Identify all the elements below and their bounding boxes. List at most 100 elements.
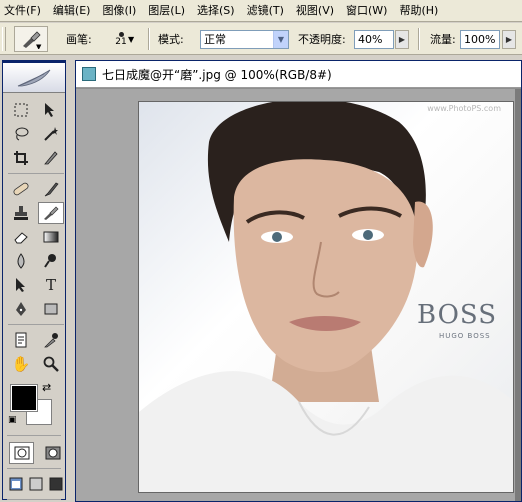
photo-canvas[interactable]: www.PhotoPS.com BOSS HUGO BOSS [138,101,514,493]
watermark-text: www.PhotoPS.com [427,104,501,113]
brush-icon [44,182,59,197]
foreground-color-swatch[interactable] [10,384,38,412]
tool-preset-picker[interactable]: ▼ [14,26,48,52]
menu-filter[interactable]: 滤镜(T) [241,0,290,22]
dodge-icon [44,254,56,268]
options-separator [418,28,420,50]
menu-select[interactable]: 选择(S) [191,0,241,22]
toolbox-separator [7,468,61,469]
opacity-label: 不透明度: [298,33,346,46]
marquee-tool[interactable] [8,99,34,121]
eraser-tool[interactable] [8,226,34,248]
crop-tool[interactable] [8,147,34,169]
dodge-tool[interactable] [38,250,64,272]
screen-mode-full[interactable] [47,473,65,495]
toolbox-header[interactable] [3,63,65,93]
toolbox: T ✋ ⇄ ▣ [2,60,66,500]
path-selection-icon [16,278,25,292]
magic-wand-tool[interactable] [38,123,64,145]
blur-tool[interactable] [8,250,34,272]
default-colors-icon[interactable]: ▣ [8,415,17,425]
menu-bar: 文件(F) 编辑(E) 图像(I) 图层(L) 选择(S) 滤镜(T) 视图(V… [0,0,522,22]
crop-icon [14,151,28,165]
zoom-tool[interactable] [38,353,64,375]
screen-mode-full-icon [49,477,63,491]
options-separator [148,28,150,50]
menu-image[interactable]: 图像(I) [96,0,142,22]
toolbox-separator [8,324,64,325]
brush-label: 画笔: [66,33,92,46]
quick-mask-icon [45,446,61,460]
menu-layer[interactable]: 图层(L) [142,0,191,22]
toolbox-separator [7,499,61,500]
gradient-icon [43,231,59,243]
opacity-slider-button[interactable]: ▶ [395,30,409,49]
flow-slider-button[interactable]: ▶ [502,30,516,49]
notes-tool[interactable] [8,329,34,351]
eraser-icon [14,232,28,244]
slice-icon [44,151,58,165]
flow-label: 流量: [430,33,456,46]
vertical-scrollbar[interactable] [515,89,521,501]
toolbox-separator [7,435,61,436]
stamp-icon [14,206,28,220]
options-bar: ▼ 画笔: 21 ▼ 模式: 正常 ▼ 不透明度: 40% ▶ 流量: 100%… [0,23,522,55]
screen-mode-menu[interactable] [27,473,45,495]
patch-tool[interactable] [8,178,34,200]
brand-subtitle-text: HUGO BOSS [439,332,491,340]
gradient-tool[interactable] [38,226,64,248]
standard-mode-icon [14,446,30,460]
pen-tool[interactable] [8,298,34,320]
shape-tool[interactable] [38,298,64,320]
brush-tool[interactable] [38,178,64,200]
slice-tool[interactable] [38,147,64,169]
stamp-tool[interactable] [8,202,34,224]
opacity-field[interactable]: 40% [354,30,394,49]
zoom-icon [43,356,59,372]
swap-colors-icon[interactable]: ⇄ [42,381,51,394]
healing-brush-icon [44,206,59,220]
bandage-icon [13,182,29,196]
screen-mode-standard[interactable] [7,473,25,495]
type-icon: T [45,276,56,294]
portrait-image [139,102,513,492]
healing-brush-icon: ▼ [23,31,42,49]
mode-select[interactable]: 正常 ▼ [200,30,289,49]
options-bar-grip[interactable] [2,27,6,51]
document-titlebar[interactable]: 七日成魔@开“磨”.jpg @ 100%(RGB/8#) [76,61,521,88]
color-swatches: ⇄ ▣ [8,381,65,431]
document-window: 七日成魔@开“磨”.jpg @ 100%(RGB/8#) www.PhotoPS… [75,60,522,502]
blur-drop-icon [17,253,25,269]
standard-mode-button[interactable] [9,442,35,464]
eyedropper-tool[interactable] [38,329,64,351]
rectangle-shape-icon [44,303,58,315]
brand-logo-text: BOSS [417,300,498,330]
toolbox-separator [8,173,64,174]
canvas-area[interactable]: www.PhotoPS.com BOSS HUGO BOSS [76,89,521,501]
path-selection-tool[interactable] [8,274,34,296]
menu-view[interactable]: 视图(V) [290,0,340,22]
document-title: 七日成魔@开“磨”.jpg @ 100%(RGB/8#) [102,67,332,82]
quick-mask-button[interactable] [40,442,65,464]
move-icon [45,103,54,117]
menu-file[interactable]: 文件(F) [0,0,47,22]
lasso-icon [15,127,29,141]
brush-dropdown-arrow-icon[interactable]: ▼ [128,23,134,55]
lasso-tool[interactable] [8,123,34,145]
hand-tool[interactable]: ✋ [8,353,34,375]
type-tool[interactable]: T [38,274,64,296]
hand-icon: ✋ [11,355,31,373]
flow-field[interactable]: 100% [460,30,500,49]
mode-value: 正常 [204,33,226,46]
notes-icon [15,332,27,348]
menu-help[interactable]: 帮助(H) [393,0,444,22]
menu-window[interactable]: 窗口(W) [340,0,393,22]
eyedropper-icon [44,333,58,348]
pen-icon [16,302,26,316]
mode-label: 模式: [158,33,184,46]
menu-edit[interactable]: 编辑(E) [47,0,97,22]
screen-mode-standard-icon [9,477,23,491]
healing-brush-tool[interactable] [38,202,64,224]
magic-wand-icon [44,127,58,141]
move-tool[interactable] [38,99,64,121]
